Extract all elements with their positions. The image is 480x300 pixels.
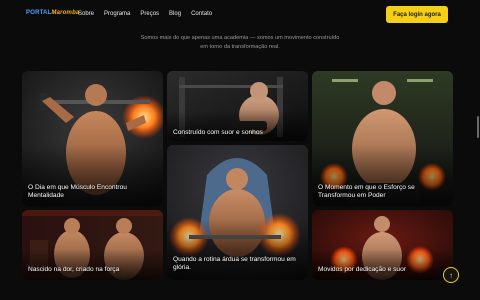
gallery-caption-6: Movidos por dedicação e suor: [318, 266, 406, 273]
nav-link-programa[interactable]: Programa: [104, 11, 130, 17]
logo-part-1: PORTAL: [26, 10, 52, 16]
gallery-card-2[interactable]: Construído com suor e sonhos: [167, 71, 308, 141]
gallery-caption-5: Nascido na dor, criado na força: [28, 266, 120, 273]
gallery-card-3[interactable]: O Momento em que o Esforço se Transformo…: [312, 71, 453, 206]
arrow-up-icon: ↑: [449, 270, 453, 280]
gallery-caption-3: O Momento em que o Esforço se Transformo…: [318, 184, 415, 199]
gallery-caption-4: Quando a rotina árdua se transformou em …: [173, 256, 296, 271]
gallery-caption-1: O Dia em que Músculo Encontrou Mentalida…: [28, 184, 127, 199]
login-button[interactable]: Faça login agora: [386, 6, 448, 23]
site-logo[interactable]: PORTALMaromba: [26, 10, 80, 16]
back-to-top-button[interactable]: ↑: [443, 267, 459, 283]
intro-text: Somos mais do que apenas uma academia — …: [140, 35, 340, 50]
caption-shade: [22, 248, 163, 280]
gallery-card-1[interactable]: O Dia em que Músculo Encontrou Mentalida…: [22, 71, 163, 206]
gallery-card-6[interactable]: Movidos por dedicação e suor: [312, 210, 453, 280]
nav-link-precos[interactable]: Preços: [140, 11, 159, 17]
nav-link-sobre[interactable]: Sobre: [78, 11, 94, 17]
gallery-card-5[interactable]: Nascido na dor, criado na força: [22, 210, 163, 280]
nav-link-contato[interactable]: Contato: [191, 11, 212, 17]
nav-link-blog[interactable]: Blog: [169, 11, 181, 17]
top-navbar: PORTALMaromba Sobre Programa Preços Blog…: [0, 0, 480, 30]
page-scrollbar-thumb[interactable]: [477, 116, 479, 138]
logo-part-2: Maromba: [51, 10, 80, 16]
caption-shade: [312, 248, 453, 280]
gallery-card-4[interactable]: Quando a rotina árdua se transformou em …: [167, 145, 308, 280]
gallery-caption-2: Construído com suor e sonhos: [173, 129, 263, 136]
nav-links: Sobre Programa Preços Blog Contato: [78, 11, 212, 17]
